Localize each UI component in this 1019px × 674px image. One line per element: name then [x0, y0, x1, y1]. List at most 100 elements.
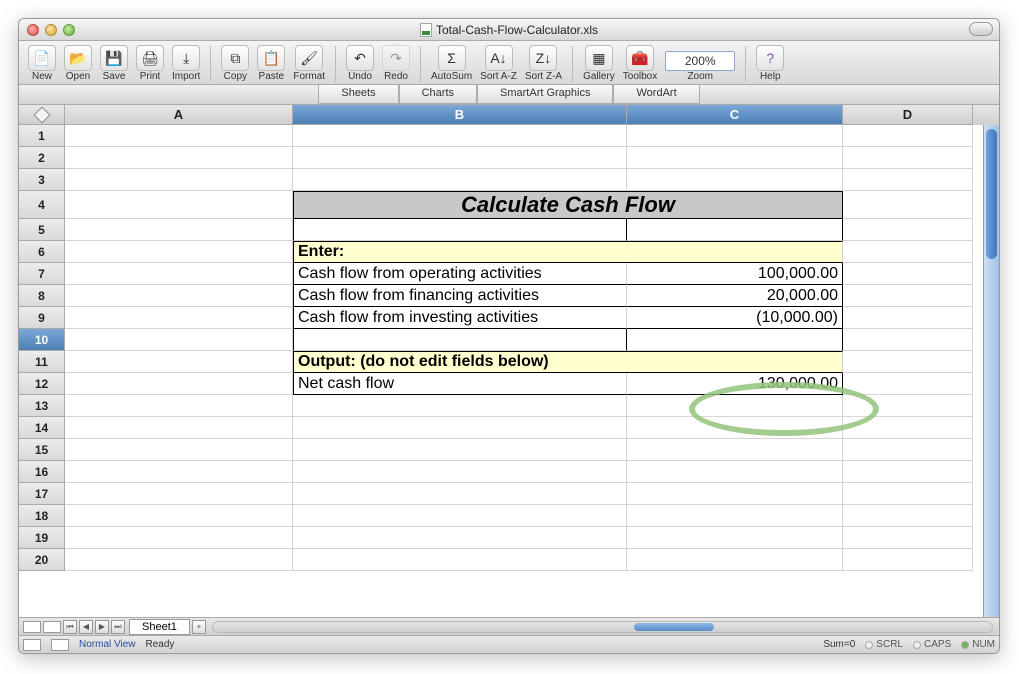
cell[interactable]	[65, 527, 293, 549]
cell[interactable]	[843, 461, 973, 483]
row-header[interactable]: 2	[19, 147, 65, 169]
col-header-b[interactable]: B	[293, 105, 627, 125]
format-button[interactable]: 🖌Format	[290, 45, 328, 82]
cell[interactable]	[843, 505, 973, 527]
cell[interactable]	[65, 147, 293, 169]
redo-button[interactable]: ↷Redo	[379, 45, 413, 82]
gallery-button[interactable]: ▦Gallery	[580, 45, 618, 82]
cell[interactable]	[627, 439, 843, 461]
help-button[interactable]: ?Help	[753, 45, 787, 82]
cell[interactable]	[65, 373, 293, 395]
save-button[interactable]: 💾Save	[97, 45, 131, 82]
cell[interactable]	[843, 329, 973, 351]
cell[interactable]	[65, 329, 293, 351]
horizontal-scrollbar[interactable]	[212, 621, 993, 633]
col-header-d[interactable]: D	[843, 105, 973, 125]
cell[interactable]	[843, 307, 973, 329]
operating-label[interactable]: Cash flow from operating activities	[293, 263, 627, 285]
row-header[interactable]: 16	[19, 461, 65, 483]
cell[interactable]	[843, 549, 973, 571]
row-header[interactable]: 5	[19, 219, 65, 241]
cell[interactable]	[843, 191, 973, 219]
row-header[interactable]: 13	[19, 395, 65, 417]
row-header[interactable]: 7	[19, 263, 65, 285]
cell[interactable]	[843, 241, 973, 263]
row-header[interactable]: 12	[19, 373, 65, 395]
row-header[interactable]: 19	[19, 527, 65, 549]
sheet-title[interactable]: Calculate Cash Flow	[293, 191, 843, 219]
scrollbar-thumb[interactable]	[986, 129, 997, 259]
financing-value[interactable]: 20,000.00	[627, 285, 843, 307]
vertical-scrollbar[interactable]	[983, 125, 999, 617]
cell[interactable]	[843, 351, 973, 373]
cell[interactable]	[65, 549, 293, 571]
cell[interactable]	[627, 483, 843, 505]
cell[interactable]	[843, 395, 973, 417]
cell[interactable]	[627, 169, 843, 191]
import-button[interactable]: ⤓Import	[169, 45, 203, 82]
tab-smartart[interactable]: SmartArt Graphics	[477, 85, 613, 104]
print-button[interactable]: 🖨Print	[133, 45, 167, 82]
row-header[interactable]: 17	[19, 483, 65, 505]
cell[interactable]	[65, 191, 293, 219]
toolbox-button[interactable]: 🧰Toolbox	[620, 45, 660, 82]
tab-sheets[interactable]: Sheets	[318, 85, 398, 104]
zoom-value[interactable]: 200%	[665, 51, 735, 71]
net-flow-label[interactable]: Net cash flow	[293, 373, 627, 395]
cell[interactable]	[627, 417, 843, 439]
row-header[interactable]: 8	[19, 285, 65, 307]
cell[interactable]	[293, 125, 627, 147]
col-header-c[interactable]: C	[627, 105, 843, 125]
row-header[interactable]: 18	[19, 505, 65, 527]
cell[interactable]	[627, 125, 843, 147]
row-header[interactable]: 11	[19, 351, 65, 373]
cell[interactable]	[843, 263, 973, 285]
row-header[interactable]: 10	[19, 329, 65, 351]
cell[interactable]	[627, 461, 843, 483]
net-flow-value[interactable]: 130,000.00	[627, 373, 843, 395]
cell[interactable]	[65, 439, 293, 461]
scrollbar-thumb[interactable]	[634, 623, 714, 631]
cell[interactable]	[843, 373, 973, 395]
cell[interactable]	[293, 329, 627, 351]
cell[interactable]	[627, 549, 843, 571]
cell[interactable]	[65, 263, 293, 285]
cell[interactable]	[627, 219, 843, 241]
financing-label[interactable]: Cash flow from financing activities	[293, 285, 627, 307]
cell[interactable]	[65, 285, 293, 307]
cell[interactable]	[65, 169, 293, 191]
select-all-corner[interactable]	[19, 105, 65, 125]
sheet-tab[interactable]: Sheet1	[129, 619, 190, 635]
output-label[interactable]: Output: (do not edit fields below)	[293, 351, 843, 373]
row-header[interactable]: 15	[19, 439, 65, 461]
cell[interactable]	[843, 219, 973, 241]
cell[interactable]	[65, 351, 293, 373]
zoom-control[interactable]: 200%Zoom	[662, 51, 738, 82]
cell[interactable]	[293, 147, 627, 169]
investing-label[interactable]: Cash flow from investing activities	[293, 307, 627, 329]
investing-value[interactable]: (10,000.00)	[627, 307, 843, 329]
cell[interactable]	[843, 417, 973, 439]
tab-charts[interactable]: Charts	[399, 85, 477, 104]
cell[interactable]	[65, 307, 293, 329]
tab-wordart[interactable]: WordArt	[613, 85, 699, 104]
view-icon[interactable]	[23, 621, 41, 633]
cell[interactable]	[65, 483, 293, 505]
cell[interactable]	[65, 395, 293, 417]
cell[interactable]	[293, 461, 627, 483]
add-sheet-button[interactable]: +	[192, 620, 206, 634]
row-header[interactable]: 9	[19, 307, 65, 329]
row-header[interactable]: 20	[19, 549, 65, 571]
cell[interactable]	[65, 241, 293, 263]
cell[interactable]	[627, 527, 843, 549]
row-header[interactable]: 1	[19, 125, 65, 147]
open-button[interactable]: 📂Open	[61, 45, 95, 82]
cell[interactable]	[627, 329, 843, 351]
cell[interactable]	[65, 125, 293, 147]
sort-za-button[interactable]: Z↓Sort Z-A	[522, 45, 565, 82]
cell[interactable]	[293, 483, 627, 505]
cell[interactable]	[65, 219, 293, 241]
sort-az-button[interactable]: A↓Sort A-Z	[477, 45, 520, 82]
undo-button[interactable]: ↶Undo	[343, 45, 377, 82]
row-header[interactable]: 4	[19, 191, 65, 219]
